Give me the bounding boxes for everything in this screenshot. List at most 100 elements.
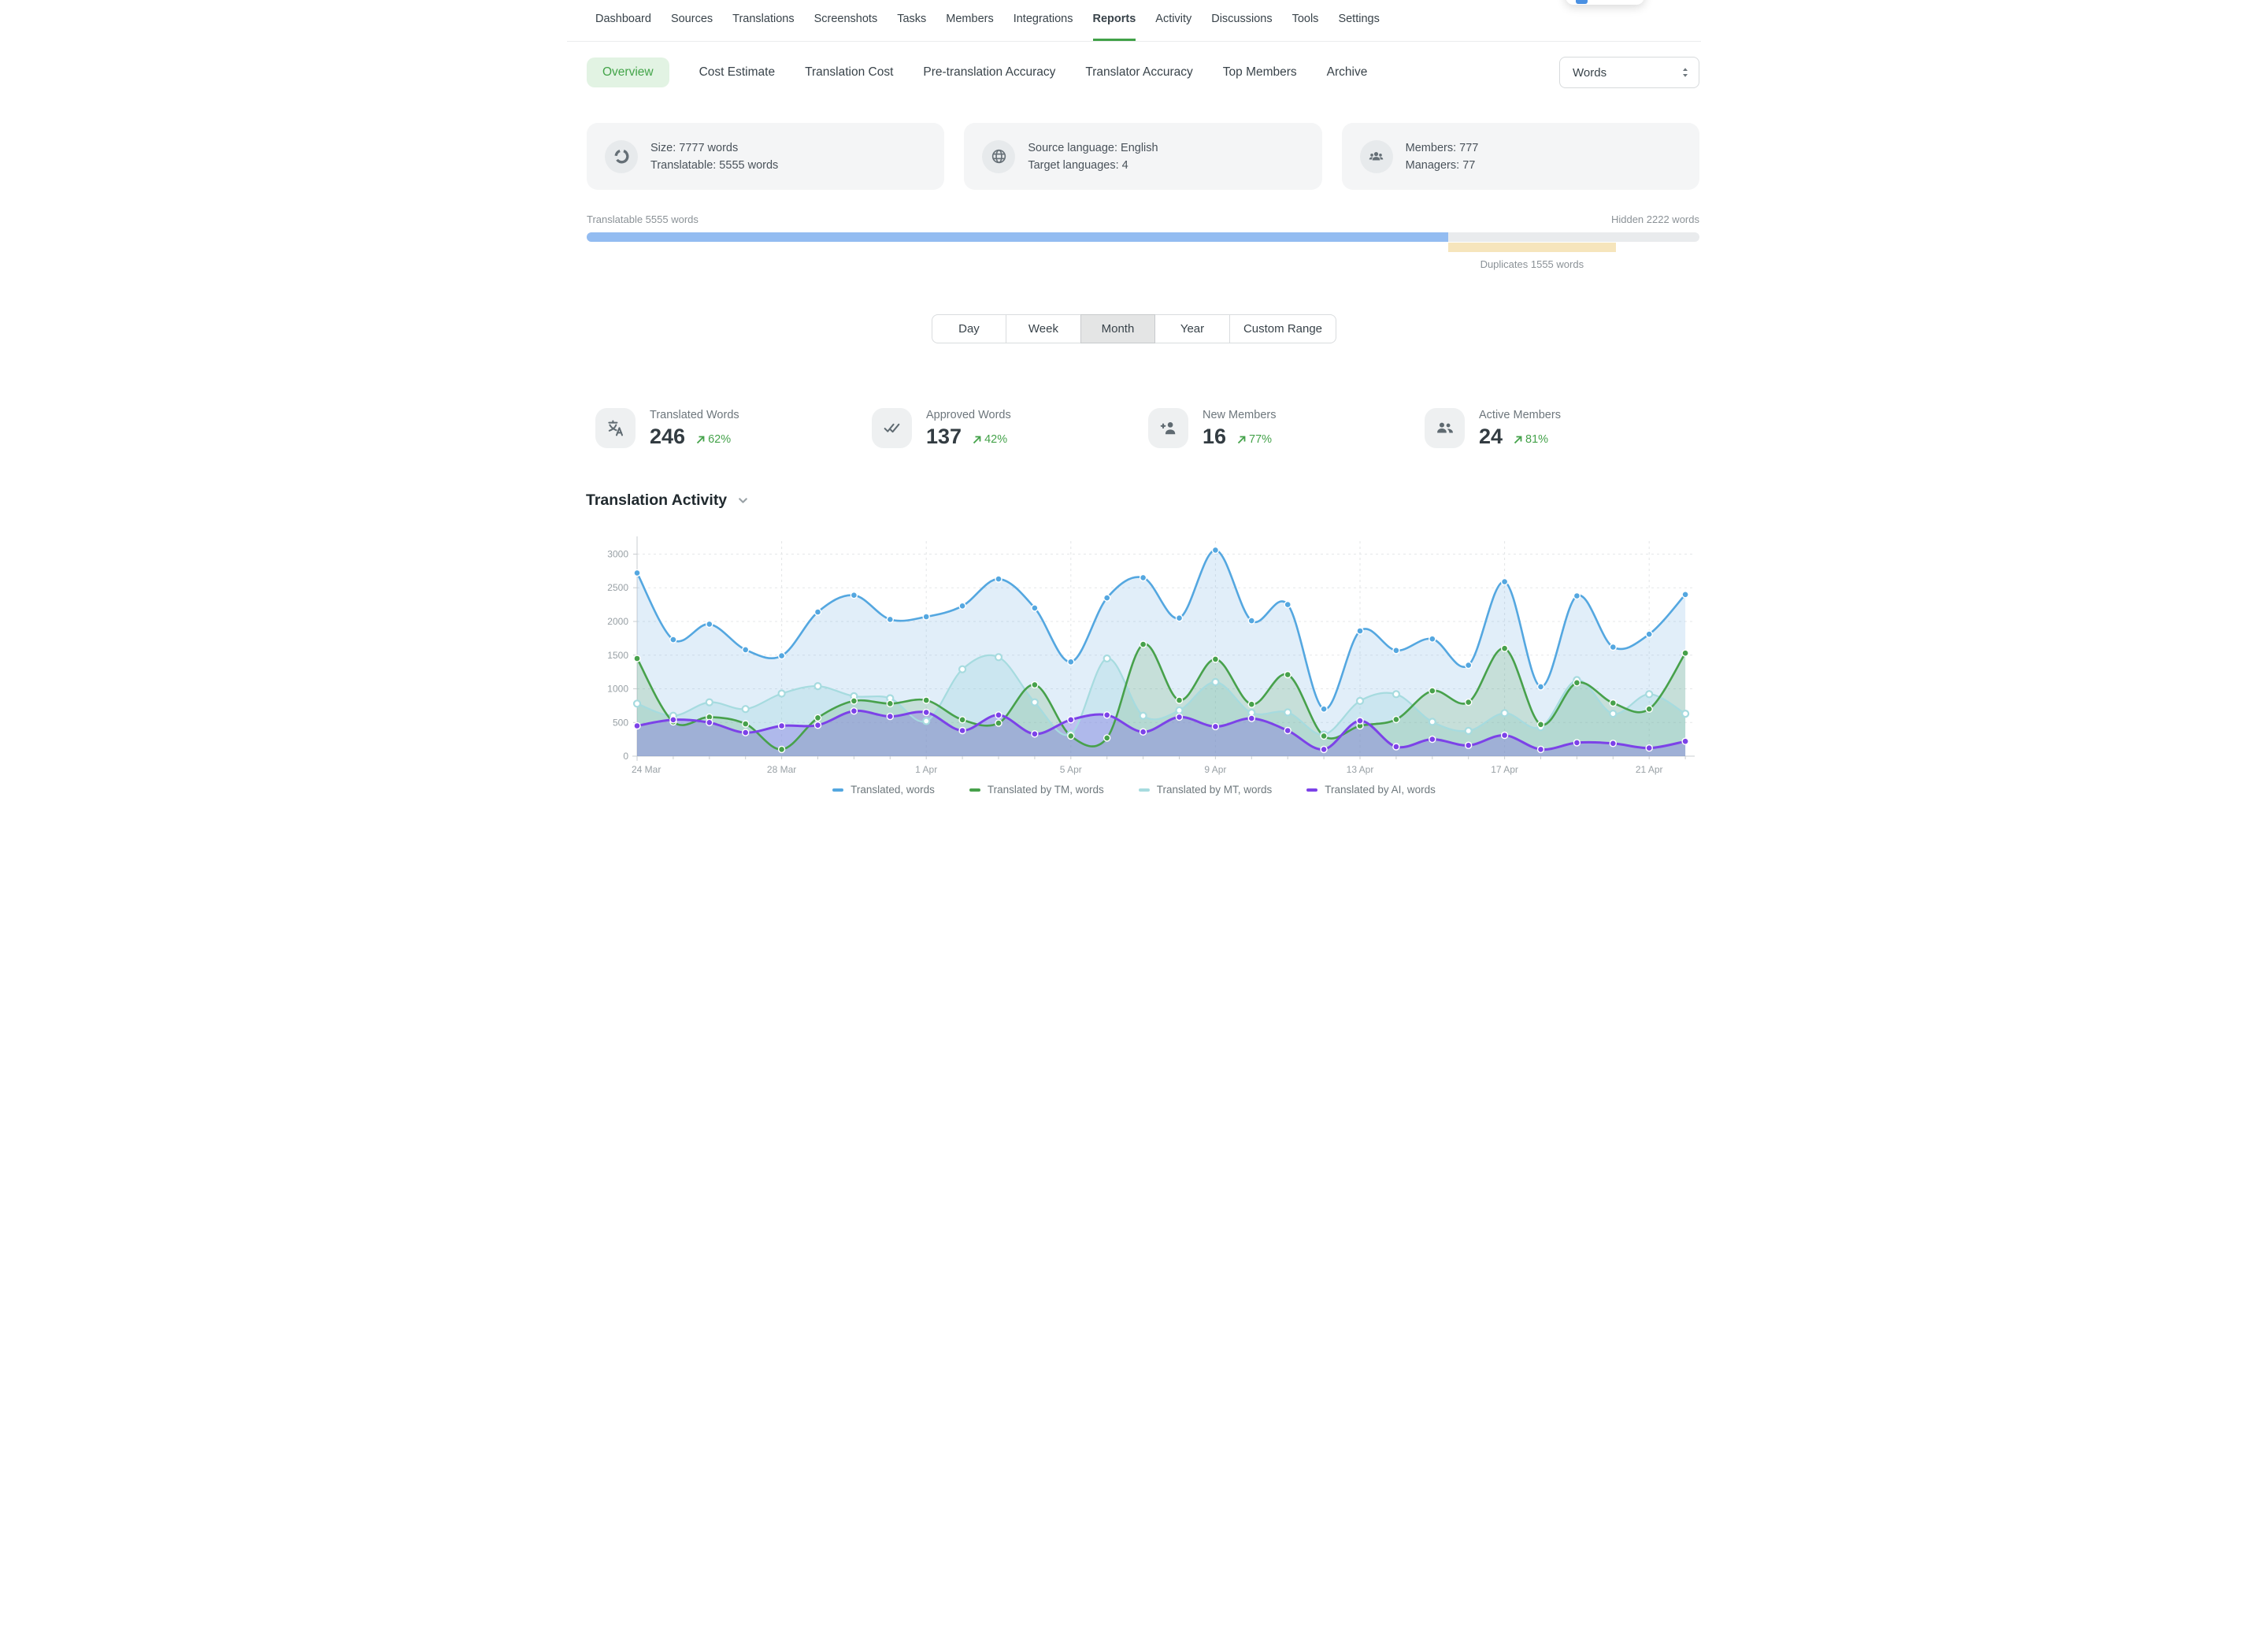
progress-left-label: Translatable 5555 words — [587, 213, 699, 225]
stat-new-members: New Members 16 77% — [1148, 408, 1425, 448]
trend-up-icon — [972, 435, 982, 445]
globe-icon — [982, 140, 1015, 173]
svg-text:1000: 1000 — [607, 684, 628, 695]
summary-cards: Size: 7777 words Translatable: 5555 word… — [587, 123, 1699, 190]
range-tabs: Day Week Month Year Custom Range — [567, 314, 1701, 343]
legend-item-tm[interactable]: Translated by TM, words — [969, 784, 1104, 796]
managers-count-text: Managers: 77 — [1406, 157, 1479, 174]
svg-text:500: 500 — [613, 717, 628, 728]
target-languages-text: Target languages: 4 — [1028, 157, 1158, 174]
svg-text:2500: 2500 — [607, 582, 628, 593]
svg-text:5 Apr: 5 Apr — [1060, 764, 1082, 775]
svg-text:3000: 3000 — [607, 549, 628, 560]
report-tab-overview[interactable]: Overview — [587, 57, 669, 87]
stat-delta: 62% — [708, 433, 731, 446]
svg-text:28 Mar: 28 Mar — [767, 764, 796, 775]
people-icon — [1425, 408, 1465, 448]
chevron-down-icon[interactable] — [736, 494, 750, 507]
top-nav-item-screenshots[interactable]: Screenshots — [814, 12, 878, 41]
stat-delta: 42% — [984, 433, 1007, 446]
stat-label: Active Members — [1479, 409, 1561, 421]
top-nav: Dashboard Sources Translations Screensho… — [567, 0, 1701, 42]
top-nav-item-tools[interactable]: Tools — [1292, 12, 1319, 41]
svg-text:0: 0 — [623, 751, 628, 762]
summary-card-languages: Source language: English Target language… — [964, 123, 1321, 190]
range-tab-year[interactable]: Year — [1155, 314, 1230, 343]
stat-delta: 77% — [1249, 433, 1272, 446]
double-check-icon — [872, 408, 912, 448]
report-tab-pretranslation-accuracy[interactable]: Pre-translation Accuracy — [923, 65, 1055, 80]
stat-active-members: Active Members 24 81% — [1425, 408, 1701, 448]
stat-value: 16 — [1203, 425, 1226, 447]
members-icon — [1360, 140, 1393, 173]
stat-value: 137 — [926, 425, 962, 447]
activity-section-header: Translation Activity — [586, 492, 1701, 510]
top-nav-item-translations[interactable]: Translations — [732, 12, 794, 41]
report-tab-translation-cost[interactable]: Translation Cost — [805, 65, 893, 80]
progress-translatable-bar — [587, 232, 1448, 242]
report-tab-top-members[interactable]: Top Members — [1223, 65, 1297, 80]
duplicates-label: Duplicates 1555 words — [1448, 258, 1616, 270]
progress-duplicates-bar — [1448, 243, 1616, 252]
svg-text:13 Apr: 13 Apr — [1347, 764, 1374, 775]
stat-value: 246 — [650, 425, 685, 447]
project-size-text: Size: 7777 words — [650, 139, 778, 157]
legend-dash-tm — [969, 788, 980, 792]
activity-chart: 0 500 1000 1500 2000 2500 3000 24 Mar 28 Mar 1 Ap… — [567, 521, 1701, 782]
summary-card-members: Members: 777 Managers: 77 — [1342, 123, 1699, 190]
legend-item-mt[interactable]: Translated by MT, words — [1139, 784, 1273, 796]
unit-select[interactable]: Words — [1559, 57, 1699, 88]
translate-icon — [595, 408, 636, 448]
progress-track — [587, 232, 1699, 242]
donut-icon — [605, 140, 638, 173]
report-tab-archive[interactable]: Archive — [1327, 65, 1368, 80]
stat-approved-words: Approved Words 137 42% — [872, 408, 1148, 448]
trend-up-icon — [695, 435, 706, 445]
report-tab-translator-accuracy[interactable]: Translator Accuracy — [1085, 65, 1192, 80]
person-plus-icon — [1148, 408, 1188, 448]
legend-dash-mt — [1139, 788, 1150, 792]
top-nav-item-members[interactable]: Members — [946, 12, 993, 41]
stat-cards: Translated Words 246 62% Approved Words … — [595, 408, 1701, 448]
trend-up-icon — [1236, 435, 1247, 445]
legend-item-ai[interactable]: Translated by AI, words — [1306, 784, 1436, 796]
reports-page: Dashboard Sources Translations Screensho… — [567, 0, 1701, 824]
range-tab-day[interactable]: Day — [932, 314, 1006, 343]
stat-translated-words: Translated Words 246 62% — [595, 408, 872, 448]
report-tabs: Overview Cost Estimate Translation Cost … — [567, 42, 1701, 87]
stat-label: Approved Words — [926, 409, 1011, 421]
progress-right-label: Hidden 2222 words — [1611, 213, 1699, 225]
chart-legend: Translated, words Translated by TM, word… — [567, 784, 1701, 796]
top-nav-item-sources[interactable]: Sources — [671, 12, 713, 41]
svg-text:17 Apr: 17 Apr — [1491, 764, 1518, 775]
range-tab-month[interactable]: Month — [1080, 314, 1155, 343]
svg-text:24 Mar: 24 Mar — [632, 764, 661, 775]
top-nav-item-tasks[interactable]: Tasks — [897, 12, 926, 41]
svg-text:9 Apr: 9 Apr — [1204, 764, 1226, 775]
range-tab-custom-range[interactable]: Custom Range — [1230, 314, 1336, 343]
words-progress: Translatable 5555 words Hidden 2222 word… — [587, 213, 1699, 270]
top-nav-item-discussions[interactable]: Discussions — [1211, 12, 1272, 41]
top-nav-item-reports[interactable]: Reports — [1093, 12, 1136, 41]
trend-up-icon — [1513, 435, 1523, 445]
legend-item-translated[interactable]: Translated, words — [832, 784, 935, 796]
top-nav-item-settings[interactable]: Settings — [1338, 12, 1379, 41]
range-tab-week[interactable]: Week — [1006, 314, 1081, 343]
svg-text:2000: 2000 — [607, 616, 628, 627]
stat-label: New Members — [1203, 409, 1276, 421]
project-translatable-text: Translatable: 5555 words — [650, 157, 778, 174]
top-nav-item-dashboard[interactable]: Dashboard — [595, 12, 651, 41]
svg-text:1500: 1500 — [607, 650, 628, 661]
legend-dash-translated — [832, 788, 843, 792]
stat-delta: 81% — [1525, 433, 1548, 446]
summary-card-size: Size: 7777 words Translatable: 5555 word… — [587, 123, 944, 190]
svg-text:1 Apr: 1 Apr — [915, 764, 937, 775]
cutoff-blue-button[interactable] — [1576, 0, 1588, 4]
report-tab-cost-estimate[interactable]: Cost Estimate — [699, 65, 775, 80]
select-arrows-icon — [1680, 65, 1691, 80]
members-count-text: Members: 777 — [1406, 139, 1479, 157]
legend-dash-ai — [1306, 788, 1317, 792]
top-nav-item-activity[interactable]: Activity — [1155, 12, 1191, 41]
top-nav-item-integrations[interactable]: Integrations — [1014, 12, 1073, 41]
section-title: Translation Activity — [586, 492, 727, 510]
